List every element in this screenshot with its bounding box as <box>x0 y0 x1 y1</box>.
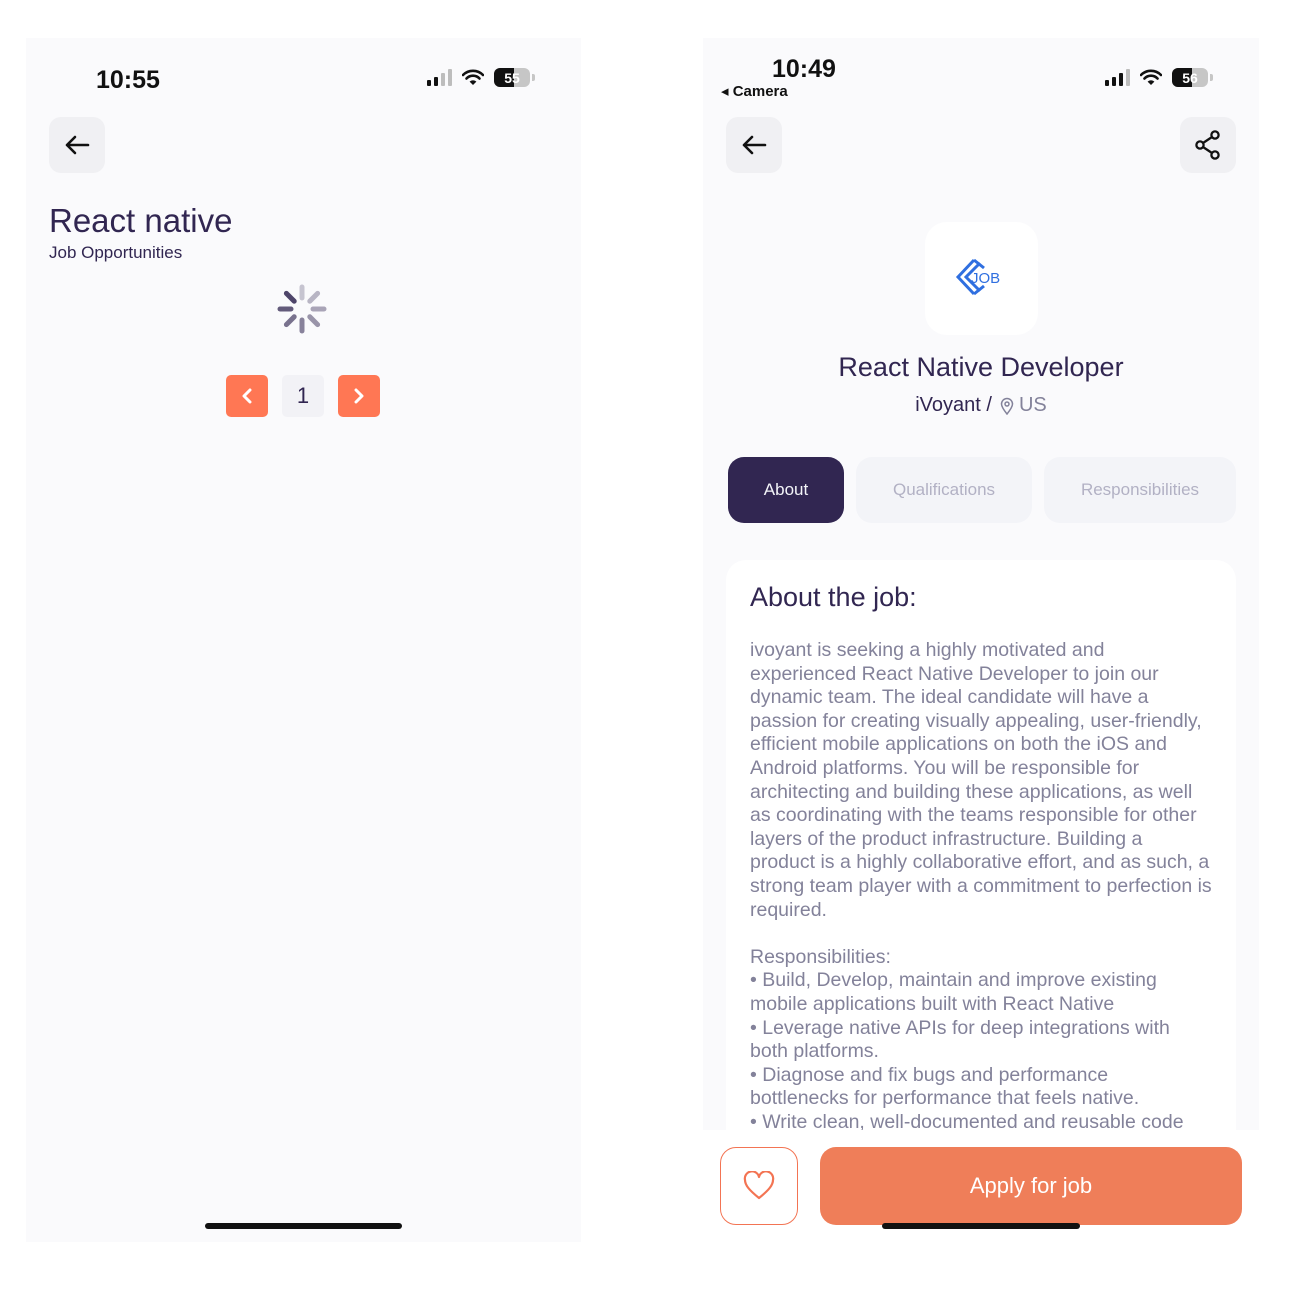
logo-text: JOB <box>971 270 1000 287</box>
wifi-icon <box>1140 69 1162 85</box>
current-page: 1 <box>282 375 324 417</box>
signal-icon <box>427 69 452 86</box>
spinner-icon <box>277 284 327 334</box>
arrow-left-icon <box>742 135 767 155</box>
status-time: 10:55 <box>96 66 160 94</box>
back-button[interactable] <box>726 117 782 173</box>
page-subtitle: Job Opportunities <box>49 243 183 262</box>
status-icons: 56 <box>1105 68 1213 87</box>
share-button[interactable] <box>1180 117 1236 173</box>
about-heading: About the job: <box>750 582 917 612</box>
heart-icon <box>743 1171 775 1200</box>
job-location: US <box>1018 394 1047 416</box>
battery-icon: 56 <box>1172 68 1208 87</box>
company-logo: JOB <box>925 222 1038 335</box>
tab-responsibilities[interactable]: Responsibilities <box>1044 457 1236 523</box>
battery-icon: 55 <box>494 68 530 87</box>
job-tabs: About Qualifications Responsibilities <box>728 457 1236 523</box>
wifi-icon <box>462 69 484 85</box>
about-text: ivoyant is seeking a highly motivated an… <box>750 639 1212 1133</box>
signal-icon <box>1105 69 1130 86</box>
arrow-left-icon <box>65 135 90 155</box>
battery-level: 56 <box>1182 69 1198 86</box>
prev-page-button[interactable] <box>226 375 268 417</box>
pagination: 1 <box>226 375 380 417</box>
job-logo-icon: JOB <box>955 258 1000 295</box>
battery-level: 55 <box>504 69 520 86</box>
next-page-button[interactable] <box>338 375 380 417</box>
location-pin-icon <box>1000 397 1014 415</box>
chevron-left-icon <box>242 388 252 404</box>
back-to-app-link[interactable]: ◂ Camera <box>721 82 788 100</box>
job-title: React Native Developer <box>838 352 1124 382</box>
page-title: React native <box>49 202 233 239</box>
status-time: 10:49 <box>772 55 836 83</box>
job-details-screen: 10:49 ◂ Camera 56 JOB React Native Devel… <box>703 38 1259 1242</box>
tab-about[interactable]: About <box>728 457 844 523</box>
company-name: iVoyant / <box>915 394 992 416</box>
like-button[interactable] <box>720 1147 798 1225</box>
home-indicator <box>882 1223 1080 1229</box>
job-list-screen: 10:55 55 React native Job Opportunities <box>26 38 581 1242</box>
status-icons: 55 <box>427 68 535 87</box>
chevron-right-icon <box>354 388 364 404</box>
company-location-line: iVoyant / US <box>703 394 1259 417</box>
tab-qualifications[interactable]: Qualifications <box>856 457 1032 523</box>
home-indicator <box>205 1223 402 1229</box>
apply-button[interactable]: Apply for job <box>820 1147 1242 1225</box>
share-icon <box>1195 130 1220 160</box>
back-button[interactable] <box>49 117 105 173</box>
